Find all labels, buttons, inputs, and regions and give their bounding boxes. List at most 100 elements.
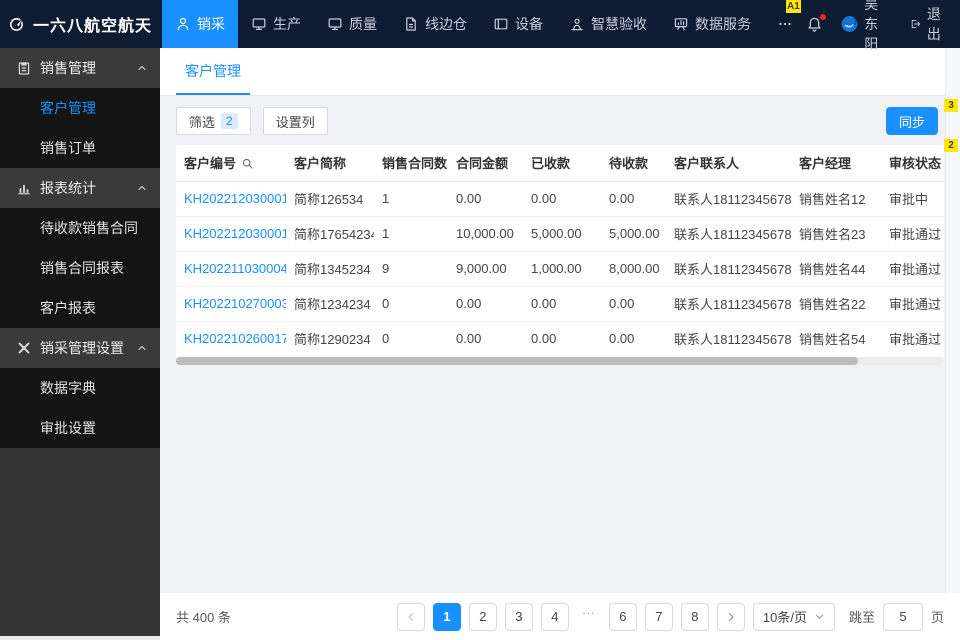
page-button-4[interactable]: 4 (540, 602, 569, 631)
sidebar-submenu: 客户管理 销售订单 (0, 88, 160, 168)
column-header: 审核状态 (881, 145, 944, 182)
customer-id-link[interactable]: KH202210260017 (176, 321, 286, 356)
nav-item-smart-acceptance[interactable]: 智慧验收 (556, 0, 660, 48)
clipboard-icon (16, 60, 32, 76)
nav-item-sales[interactable]: 销采 (162, 0, 238, 48)
table-cell: 0 (374, 286, 448, 322)
customer-table-card: 客户编号 客户简称 销售合同数 合同金额 已收款 待收款 客户联系人 客户经理 审核状态 KH2… (176, 145, 944, 365)
sidebar-item-sales-contract-report[interactable]: 销售合同报表 (0, 248, 160, 288)
more-icon (777, 16, 793, 32)
brand-title: 一六八航空航天 (32, 18, 152, 35)
table-cell: 联系人18112345678 (666, 286, 791, 322)
notification-bell-icon[interactable] (806, 13, 826, 33)
column-header: 客户联系人 (666, 145, 791, 182)
table-body: KH202212030001 简称126534 1 0.00 0.00 0.00 联系人18… (176, 181, 944, 356)
customer-id-link[interactable]: KH202212030001 (176, 216, 286, 252)
table-cell: 9 (374, 251, 448, 287)
user-avatar (841, 11, 858, 37)
table-cell: 0.00 (601, 181, 666, 217)
table-cell: 0.00 (523, 286, 601, 322)
pagination-ellipsis[interactable]: ... (577, 603, 601, 631)
pagination-prev-button[interactable] (396, 602, 425, 631)
sync-button[interactable]: 同步 (885, 107, 938, 135)
page-button-3[interactable]: 3 (504, 602, 533, 631)
table-cell: 联系人18112345678 (666, 181, 791, 217)
chart-board-icon (673, 16, 689, 32)
sidebar-item-customer-management[interactable]: 客户管理 (0, 88, 160, 128)
sidebar-group-procurement-settings[interactable]: 销采管理设置 (0, 328, 160, 368)
page-button-6[interactable]: 6 (608, 602, 637, 631)
sidebar-group-label: 报表统计 (40, 180, 96, 196)
table-cell: 0.00 (456, 331, 482, 347)
table-row: KH202212030001 简称17654234 1 10,000.00 5,000.… (176, 216, 944, 252)
logout-label: 退出 (926, 6, 941, 42)
sidebar-group-report-statistics[interactable]: 报表统计 (0, 168, 160, 208)
brand: 一六八航空航天 (0, 0, 162, 48)
table-cell: 1,000.00 (523, 251, 601, 287)
column-settings-button[interactable]: 设置列 (262, 107, 328, 135)
nav-item-equipment[interactable]: 设备 (480, 0, 556, 48)
notification-dot (820, 13, 826, 20)
customer-id-link[interactable]: KH202212030001 (176, 181, 286, 217)
jump-to-label: 跳至 (848, 610, 875, 625)
logout-icon (910, 16, 921, 32)
filter-label: 筛选 (189, 114, 216, 130)
nav-item-production[interactable]: 生产 (238, 0, 314, 48)
horizontal-scrollbar-thumb[interactable] (176, 357, 858, 365)
table-cell: 0 (382, 331, 390, 347)
column-header: 客户编号 (176, 145, 286, 182)
column-header: 已收款 (523, 145, 601, 182)
file-icon (403, 16, 419, 32)
sidebar-item-receivable-sales-contracts[interactable]: 待收款销售合同 (0, 208, 160, 248)
chevron-up-icon (136, 342, 148, 354)
column-settings-label: 设置列 (275, 114, 315, 130)
table-cell: 10,000.00 (448, 216, 523, 252)
search-icon[interactable] (241, 157, 254, 170)
table-row: KH202210270003 简称1234234 0 0.00 0.00 0.00 联系人1… (176, 286, 944, 322)
pagination-next-button[interactable] (716, 602, 745, 631)
customer-id-link[interactable]: KH202210270003 (176, 286, 286, 322)
sidebar-item-customer-report[interactable]: 客户报表 (0, 288, 160, 328)
page-button-2[interactable]: 2 (468, 602, 497, 631)
page-button-7[interactable]: 7 (644, 602, 673, 631)
toolbar: 筛选 2 设置列 同步 (176, 107, 944, 135)
customer-id-link[interactable]: KH202211030004 (176, 251, 286, 287)
tab-customer-management[interactable]: 客户管理 (176, 48, 250, 95)
nav-item-label: 生产 (273, 16, 301, 32)
nav-item-lineside-warehouse[interactable]: 线边仓 (390, 0, 480, 48)
nav-item-label: 智慧验收 (591, 16, 647, 32)
content-area: 筛选 2 设置列 同步 客户编号 客户简称 销售合同数 合同金额 已收款 待收款 客户联系人… (160, 96, 960, 593)
jump-page-input[interactable] (882, 602, 923, 631)
sidebar-item-approval-settings[interactable]: 审批设置 (0, 408, 160, 448)
app-window: 一六八航空航天 销采 生产 质量 线边仓 设备 智慧验收 数据服务 吴东阳 退出 销售管理客… (0, 0, 960, 640)
column-header: 待收款 (601, 145, 666, 182)
monitor-icon (327, 16, 343, 32)
table-row: KH202210260017 简称1290234 0 0.00 0.00 0.00 联系人1… (176, 321, 944, 356)
sidebar-item-data-dictionary[interactable]: 数据字典 (0, 368, 160, 408)
nav-item-quality[interactable]: 质量 (314, 0, 390, 48)
page-button-8[interactable]: 8 (680, 602, 709, 631)
monitor-icon (251, 16, 267, 32)
sidebar-item-sales-orders[interactable]: 销售订单 (0, 128, 160, 168)
table-cell: 简称1345234 (286, 251, 374, 287)
sidebar-group-label: 销采管理设置 (40, 340, 124, 356)
page-button-1[interactable]: 1 (432, 602, 461, 631)
sidebar-group-sales-management[interactable]: 销售管理 (0, 48, 160, 88)
page-size-select[interactable]: 10条/页 (752, 602, 835, 631)
chevron-right-icon (725, 611, 737, 623)
table-cell: 5,000.00 (601, 216, 666, 252)
column-header: 合同金额 (448, 145, 523, 182)
table-cell: 1 (374, 216, 448, 252)
window-scrollbar[interactable] (945, 48, 960, 593)
table-cell: 联系人18112345678 (666, 251, 791, 287)
chevron-down-icon (814, 611, 825, 622)
table-cell: 联系人18112345678 (674, 332, 791, 348)
pagination-footer: 共 400 条 1234... 678 10条/页 跳至 页 (160, 593, 960, 640)
logout-button[interactable]: 退出 (910, 4, 946, 44)
customer-table: 客户编号 客户简称 销售合同数 合同金额 已收款 待收款 客户联系人 客户经理 审核状态 KH2… (176, 145, 944, 356)
nav-item-data-service[interactable]: 数据服务 (660, 0, 764, 48)
table-row: KH202211030004 简称1345234 9 9,000.00 1,000.00… (176, 251, 944, 287)
table-cell: 销售姓名22 (791, 286, 881, 322)
filter-button[interactable]: 筛选 2 (176, 107, 251, 135)
user-menu[interactable]: 吴东阳 (841, 0, 892, 54)
